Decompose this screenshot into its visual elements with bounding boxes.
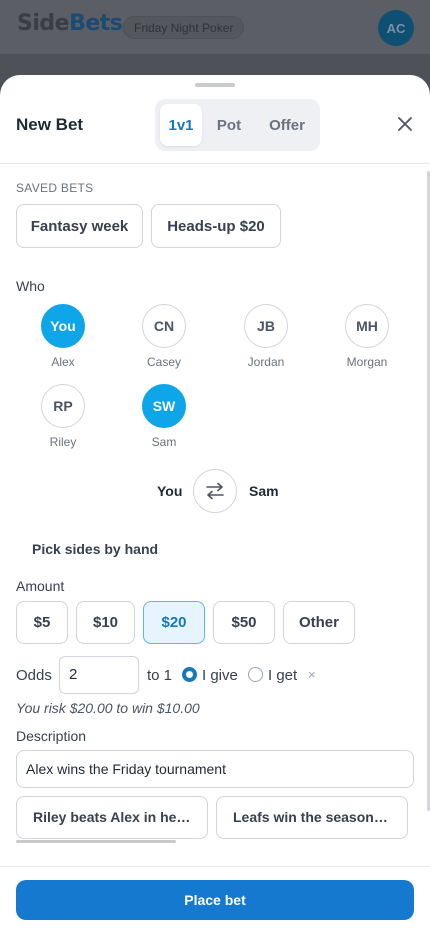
person-name: Riley [49,435,77,449]
app-header: SideBets Friday Night Poker AC [0,0,430,54]
person-avatar: JB [244,304,288,348]
person-avatar: SW [142,384,186,428]
close-icon[interactable] [396,115,414,133]
avatar: AC [378,10,414,46]
swap-sides-button[interactable] [193,469,237,513]
person-name: Jordan [247,355,285,369]
saved-bets-label: SAVED BETS [16,181,94,195]
pick-sides-button[interactable]: Pick sides by hand [32,541,158,557]
person-morgan[interactable]: MH Morgan [327,304,407,369]
swap-icon [206,482,224,500]
description-label: Description [16,728,87,744]
odds-get-radio[interactable] [248,667,263,682]
place-bet-button[interactable]: Place bet [16,880,414,920]
odds-input[interactable]: 2 [59,656,139,694]
person-jordan[interactable]: JB Jordan [226,304,306,369]
amount-label: Amount [16,578,65,594]
person-casey[interactable]: CN Casey [124,304,204,369]
amount-20-button[interactable]: $20 [143,601,205,644]
tab-offer[interactable]: Offer [261,104,313,146]
saved-bet-fantasy-week[interactable]: Fantasy week [16,204,143,248]
amount-10-button[interactable]: $10 [76,601,135,644]
person-alex[interactable]: You Alex [23,304,103,369]
suggestion-chip[interactable]: Leafs win the season … [216,796,408,839]
person-name: Sam [151,435,177,449]
suggestion-chip[interactable]: Riley beats Alex in he… [16,796,208,839]
group-chip: Friday Night Poker [123,16,245,39]
footer-divider [0,866,430,867]
tab-pot[interactable]: Pot [208,104,250,146]
horizontal-scrollbar[interactable] [16,840,176,843]
bet-type-segmented-control: 1v1 Pot Offer [155,99,320,151]
person-riley[interactable]: RP Riley [23,384,103,449]
person-avatar: MH [345,304,389,348]
person-sam[interactable]: SW Sam [124,384,204,449]
amount-other-button[interactable]: Other [283,601,355,644]
matchup-right: Sam [249,483,279,499]
person-avatar: RP [41,384,85,428]
odds-clear-button[interactable]: × [308,667,316,682]
odds-get-label[interactable]: I get [268,667,297,684]
app-logo: SideBets [17,11,123,36]
description-input[interactable]: Alex wins the Friday tournament [16,750,414,788]
sheet-grabber[interactable] [195,83,235,87]
header-divider [0,163,430,164]
risk-summary: You risk $20.00 to win $10.00 [16,700,200,716]
odds-to-label: to 1 [147,667,173,684]
person-name: Alex [51,355,75,369]
person-name: Casey [146,355,181,369]
matchup-left: You [157,483,183,499]
person-name: Morgan [346,355,388,369]
odds-give-radio[interactable] [182,667,197,682]
new-bet-sheet: New Bet 1v1 Pot Offer SAVED BETS Fantasy… [0,75,430,932]
amount-5-button[interactable]: $5 [16,601,68,644]
who-label: Who [16,278,45,294]
amount-50-button[interactable]: $50 [213,601,275,644]
saved-bet-heads-up[interactable]: Heads-up $20 [151,204,281,248]
odds-label: Odds [16,667,52,684]
sheet-title: New Bet [16,115,84,134]
odds-give-label[interactable]: I give [202,667,238,684]
person-avatar: You [41,304,85,348]
person-avatar: CN [142,304,186,348]
tab-1v1[interactable]: 1v1 [160,104,202,146]
